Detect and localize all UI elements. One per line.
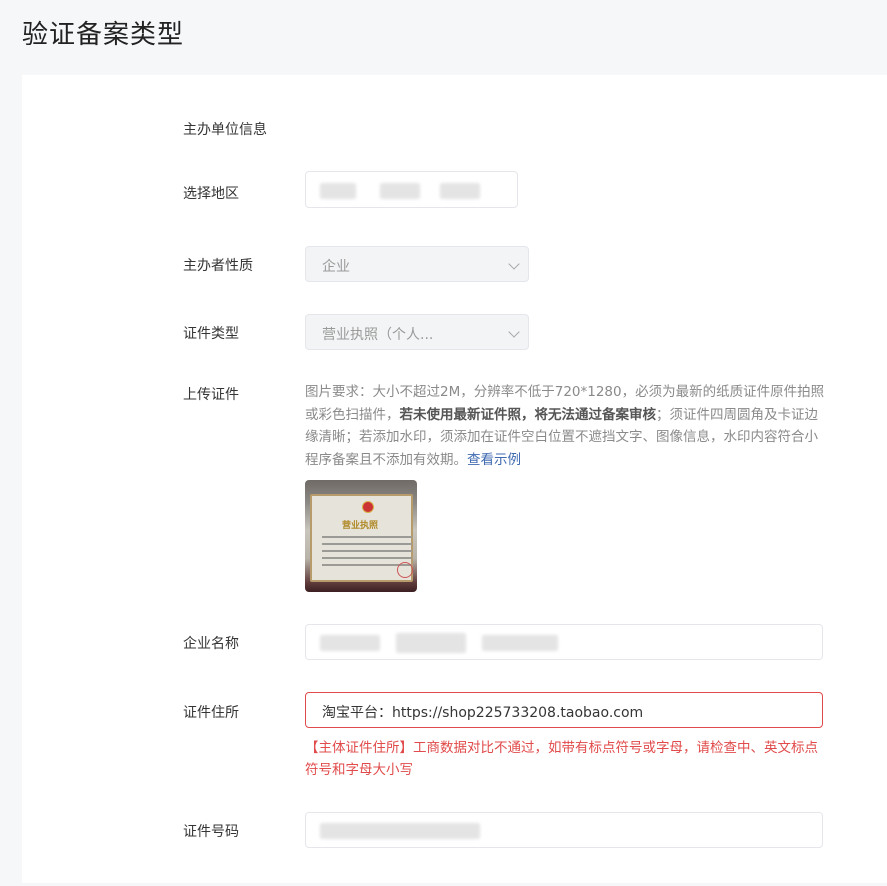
cert-number-label: 证件号码 — [183, 824, 239, 840]
hint-bold-text: 若未使用最新证件照，将无法通过备案审核 — [399, 406, 657, 423]
redacted-block — [482, 635, 558, 651]
upload-hint: 图片要求：大小不超过2M，分辨率不低于720*1280，必须为最新的纸质证件原件… — [305, 381, 830, 471]
address-input[interactable]: 淘宝平台：https://shop225733208.taobao.com — [305, 692, 823, 728]
cert-type-value: 营业执照（个人... — [322, 327, 434, 343]
section-title: 主办单位信息 — [183, 122, 267, 138]
license-heading: 营业执照 — [342, 521, 379, 531]
company-name-label: 企业名称 — [183, 636, 239, 652]
cert-type-select[interactable]: 营业执照（个人... — [305, 314, 529, 350]
chevron-down-icon — [508, 326, 520, 338]
address-value: 淘宝平台：https://shop225733208.taobao.com — [322, 705, 644, 721]
address-error-message: 【主体证件住所】工商数据对比不通过，如带有标点符号或字母，请检查中、英文标点符号… — [305, 740, 818, 778]
chevron-down-icon — [508, 258, 520, 270]
nature-select[interactable]: 企业 — [305, 246, 529, 282]
form-card: 主办单位信息 选择地区 主办者性质 企业 证件类型 营业执照（个人... 上传证… — [22, 75, 887, 883]
seal-icon — [397, 562, 413, 578]
redacted-block — [320, 823, 480, 839]
cert-type-label: 证件类型 — [183, 326, 239, 342]
company-name-input[interactable] — [305, 624, 823, 660]
redacted-block — [440, 183, 480, 199]
page-title: 验证备案类型 — [22, 20, 185, 50]
address-label: 证件住所 — [183, 705, 239, 721]
region-select[interactable] — [305, 171, 518, 208]
redacted-block — [396, 633, 466, 653]
license-thumbnail[interactable]: 营业执照 — [305, 480, 417, 592]
license-image: 营业执照 — [310, 494, 413, 582]
redacted-block — [380, 183, 420, 199]
upload-label: 上传证件 — [183, 387, 239, 403]
redacted-block — [320, 183, 356, 199]
cert-number-input[interactable] — [305, 812, 823, 848]
view-example-link[interactable]: 查看示例 — [467, 452, 521, 468]
nature-label: 主办者性质 — [183, 258, 253, 274]
nature-value: 企业 — [322, 259, 350, 275]
region-label: 选择地区 — [183, 186, 239, 202]
redacted-block — [320, 635, 380, 651]
emblem-icon — [362, 501, 374, 513]
